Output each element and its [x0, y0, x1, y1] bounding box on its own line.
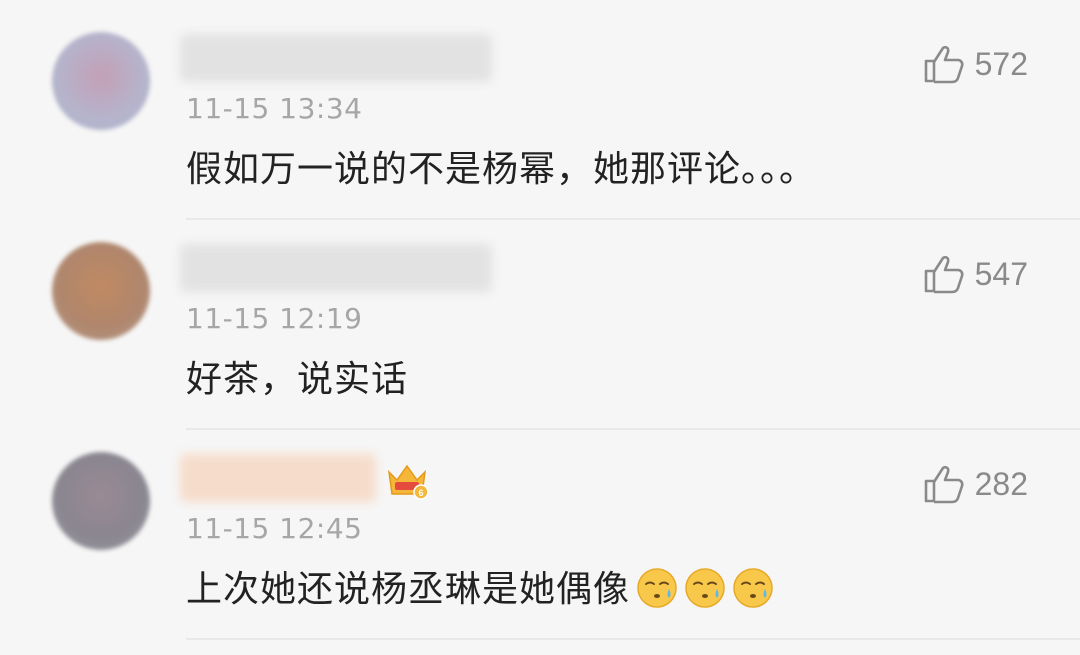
divider: [186, 638, 1080, 640]
username-blurred[interactable]: [180, 244, 492, 292]
thumbs-up-icon: [924, 465, 964, 504]
divider: [186, 428, 1080, 430]
username-blurred[interactable]: [180, 34, 492, 82]
username-blurred[interactable]: [180, 454, 376, 502]
comment-timestamp: 11-15 13:34: [186, 92, 363, 125]
like-count: 282: [974, 465, 1028, 502]
svg-text:6: 6: [418, 488, 423, 498]
like-button[interactable]: 282: [923, 464, 1028, 504]
divider: [186, 218, 1080, 220]
comment-text: 好茶，说实话: [186, 359, 409, 400]
avatar[interactable]: [52, 242, 150, 340]
vip-crown-icon: 6: [387, 464, 429, 500]
comment-item: 11-15 12:19 好茶，说实话 547: [0, 222, 1080, 432]
thumbs-up-icon: [924, 255, 964, 294]
like-count: 547: [974, 255, 1028, 292]
avatar[interactable]: [52, 32, 150, 130]
comment-text-content: 上次她还说杨丞琳是她偶像: [186, 569, 631, 610]
comment-text: 假如万一说的不是杨幂，她那评论。。。: [186, 149, 817, 190]
comment-timestamp: 11-15 12:19: [186, 302, 363, 335]
comment-text: 上次她还说杨丞琳是她偶像: [186, 560, 774, 612]
like-button[interactable]: 547: [923, 254, 1028, 294]
comment-item: 6 11-15 12:45 上次她还说杨丞琳是她偶像 282: [0, 432, 1080, 642]
comment-timestamp: 11-15 12:45: [186, 512, 363, 545]
like-count: 572: [974, 45, 1028, 82]
like-button[interactable]: 572: [923, 44, 1028, 84]
sweat-face-emoji: [685, 568, 725, 608]
avatar[interactable]: [52, 452, 150, 550]
sweat-face-emoji: [637, 568, 677, 608]
comment-item: 11-15 13:34 假如万一说的不是杨幂，她那评论。。。 572: [0, 12, 1080, 222]
thumbs-up-icon: [924, 45, 964, 84]
sweat-face-emoji: [733, 568, 773, 608]
